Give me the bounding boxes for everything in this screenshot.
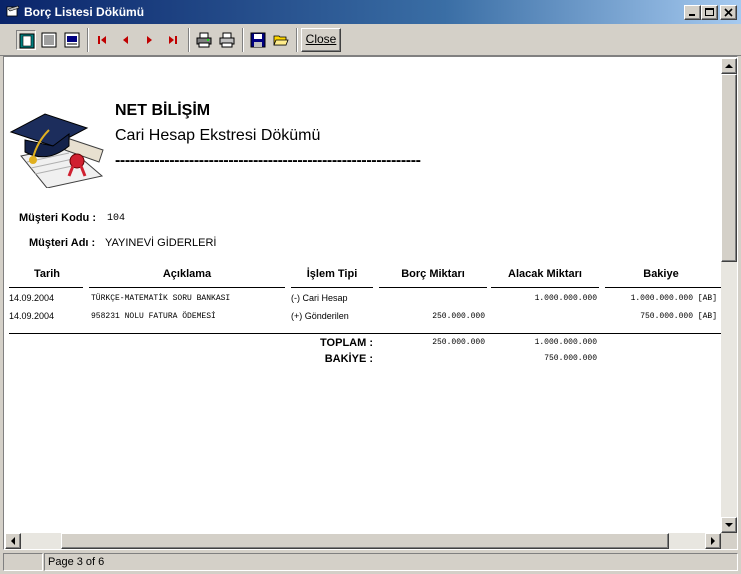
balance-label: BAKİYE : xyxy=(324,353,373,365)
scroll-left-button[interactable] xyxy=(5,533,21,549)
graduation-cap-logo xyxy=(9,113,104,188)
arrow-left-icon xyxy=(11,537,15,545)
vertical-scroll-thumb[interactable] xyxy=(721,74,737,262)
print-button[interactable] xyxy=(217,30,237,50)
first-page-button[interactable] xyxy=(93,30,113,50)
cell-description: TÜRKÇE-MATEMATİK SORU BANKASI xyxy=(91,294,231,303)
col-header-date: Tarih xyxy=(33,268,61,280)
zoom-100-icon xyxy=(64,32,80,48)
next-page-icon xyxy=(147,36,152,44)
window-title: Borç Listesi Dökümü xyxy=(24,5,145,19)
customer-name-label: Müşteri Adı : xyxy=(29,237,96,249)
maximize-icon xyxy=(705,8,714,16)
cell-type: (-) Cari Hesap xyxy=(291,293,348,303)
totals-divider xyxy=(9,333,721,334)
cell-credit: 1.000.000.000 xyxy=(534,294,597,303)
header-underline xyxy=(89,287,285,288)
open-button[interactable] xyxy=(271,30,291,50)
save-icon xyxy=(250,32,266,48)
first-page-icon xyxy=(98,36,106,44)
page-width-button[interactable] xyxy=(39,30,59,50)
print-icon xyxy=(219,32,235,48)
toolbar: Close xyxy=(0,24,741,56)
save-button[interactable] xyxy=(248,30,268,50)
close-icon xyxy=(724,8,733,17)
report-viewer: NET BİLİŞİM Cari Hesap Ekstresi Dökümü -… xyxy=(3,56,738,550)
total-credit: 1.000.000.000 xyxy=(534,338,597,347)
app-icon xyxy=(6,5,20,17)
cell-date: 14.09.2004 xyxy=(9,293,55,303)
scroll-corner xyxy=(721,533,737,549)
header-underline xyxy=(291,287,373,288)
printer-setup-icon xyxy=(196,32,212,48)
title-bar: Borç Listesi Dökümü xyxy=(0,0,741,24)
arrow-right-icon xyxy=(711,537,715,545)
col-header-balance: Bakiye xyxy=(643,268,679,280)
customer-name-value: YAYINEVİ GİDERLERİ xyxy=(105,237,217,249)
cell-balance: 750.000.000 [AB] xyxy=(640,312,717,321)
title-underline: ----------------------------------------… xyxy=(115,152,421,169)
total-debit: 250.000.000 xyxy=(432,338,485,347)
header-underline xyxy=(491,287,599,288)
zoom-100-button[interactable] xyxy=(62,30,82,50)
page-width-icon xyxy=(41,32,57,48)
report-page: NET BİLİŞİM Cari Hesap Ekstresi Dökümü -… xyxy=(5,58,721,533)
status-panel-page: Page 3 of 6 xyxy=(44,553,738,571)
close-button[interactable]: Close xyxy=(301,28,341,52)
prev-page-icon xyxy=(123,36,128,44)
last-page-icon xyxy=(169,36,177,44)
page-indicator: Page 3 of 6 xyxy=(48,556,105,568)
close-window-button[interactable] xyxy=(720,5,737,20)
scroll-up-button[interactable] xyxy=(721,58,737,74)
minimize-icon xyxy=(689,14,695,16)
next-page-button[interactable] xyxy=(139,30,159,50)
total-label: TOPLAM : xyxy=(320,337,373,349)
maximize-button[interactable] xyxy=(701,5,718,20)
header-underline xyxy=(605,287,721,288)
report-title: Cari Hesap Ekstresi Dökümü xyxy=(115,127,321,144)
scroll-down-button[interactable] xyxy=(721,517,737,533)
cell-type: (+) Gönderilen xyxy=(291,311,349,321)
status-bar: Page 3 of 6 xyxy=(0,551,741,574)
customer-code-value: 104 xyxy=(107,213,126,224)
cell-description: 958231 NOLU FATURA ÖDEMESİ xyxy=(91,312,216,321)
cell-balance: 1.000.000.000 [AB] xyxy=(630,294,717,303)
minimize-button[interactable] xyxy=(684,5,701,20)
cell-debit: 250.000.000 xyxy=(432,312,485,321)
last-page-button[interactable] xyxy=(162,30,182,50)
header-underline xyxy=(379,287,487,288)
arrow-down-icon xyxy=(725,523,733,527)
open-icon xyxy=(273,35,289,46)
printer-setup-button[interactable] xyxy=(194,30,214,50)
whole-page-button[interactable] xyxy=(16,30,36,50)
company-name: NET BİLİŞİM xyxy=(115,102,211,119)
cell-date: 14.09.2004 xyxy=(9,311,55,321)
prev-page-button[interactable] xyxy=(116,30,136,50)
col-header-description: Açıklama xyxy=(162,268,212,280)
arrow-up-icon xyxy=(725,64,733,68)
vertical-scrollbar[interactable] xyxy=(721,58,737,533)
status-panel-empty xyxy=(3,553,43,571)
balance-value: 750.000.000 xyxy=(544,354,597,363)
horizontal-scrollbar[interactable] xyxy=(5,533,721,549)
header-underline xyxy=(9,287,83,288)
col-header-credit: Alacak Miktarı xyxy=(508,268,582,280)
scroll-right-button[interactable] xyxy=(705,533,721,549)
whole-page-icon xyxy=(19,33,35,49)
col-header-debit: Borç Miktarı xyxy=(401,268,465,280)
horizontal-scroll-thumb[interactable] xyxy=(61,533,669,549)
customer-code-label: Müşteri Kodu : xyxy=(19,212,96,224)
col-header-transaction-type: İşlem Tipi xyxy=(306,268,358,280)
